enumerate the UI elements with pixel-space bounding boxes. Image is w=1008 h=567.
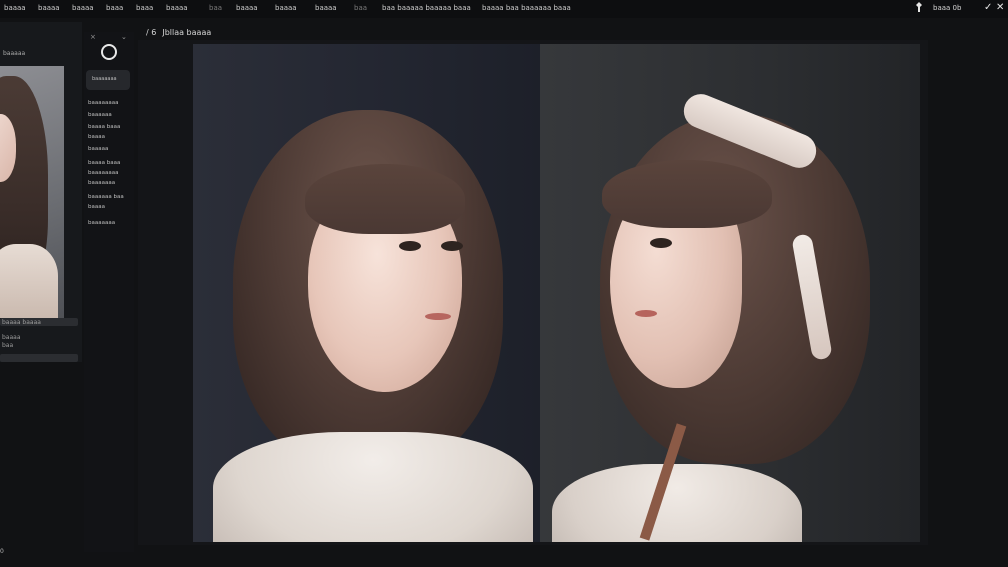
setting-line-5[interactable]: baaaaa <box>88 146 108 152</box>
close-icon[interactable]: ✕ <box>996 2 1004 13</box>
canvas-title-text: Jbllaa baaaa <box>162 28 212 37</box>
top-menu-bar: baaaa baaaa baaaa baaa baaa baaaa baa ba… <box>0 0 1008 18</box>
menu-item-2[interactable]: baaaa <box>38 4 60 12</box>
setting-line-1[interactable]: baaaaaaaa <box>88 100 118 106</box>
setting-line-4[interactable]: baaaa <box>88 134 105 140</box>
canvas-title: / 6 Jbllaa baaaa <box>146 28 211 37</box>
panel-header: baaaaa <box>3 50 26 57</box>
setting-line-6[interactable]: baaaa baaa <box>88 160 120 166</box>
canvas-title-prefix: / 6 <box>146 28 157 37</box>
left-panel: baaaaa baaaa baaaa baaaa baa <box>0 22 82 362</box>
thumbnail-image[interactable] <box>0 66 64 318</box>
circle-icon[interactable] <box>101 44 117 60</box>
menu-item-3[interactable]: baaaa <box>72 4 94 12</box>
menu-item-7[interactable]: baa <box>209 4 222 12</box>
menu-item-9[interactable]: baaaa <box>275 4 297 12</box>
left-field-3-label: baa <box>2 342 14 349</box>
status-text: baaa 0b <box>933 4 962 12</box>
left-field-2[interactable] <box>0 354 78 362</box>
setting-line-8[interactable]: baaaaaaa <box>88 180 115 186</box>
setting-line-2[interactable]: baaaaaa <box>88 112 112 118</box>
settings-close-icon[interactable]: × <box>90 33 96 41</box>
setting-line-11[interactable]: baaaaaaa <box>88 220 115 226</box>
menu-item-10[interactable]: baaaa <box>315 4 337 12</box>
menu-item-8[interactable]: baaaa <box>236 4 258 12</box>
left-field-2-label: baaaa <box>2 334 21 341</box>
bottom-left-text: 0 <box>0 548 4 555</box>
setting-line-9[interactable]: baaaaaa baa <box>88 194 124 200</box>
menu-item-5[interactable]: baaa <box>136 4 153 12</box>
settings-column <box>84 32 134 552</box>
setting-line-3[interactable]: baaaa baaa <box>88 124 120 130</box>
menu-item-13[interactable]: baaaa baa baaaaaa baaa <box>482 4 571 12</box>
pin-icon[interactable] <box>915 2 923 15</box>
menu-item-11[interactable]: baa <box>354 4 367 12</box>
menu-item-4[interactable]: baaa <box>106 4 123 12</box>
settings-pill[interactable]: baaaaaaa <box>86 70 130 90</box>
menu-item-12[interactable]: baa baaaaa baaaaa baaa <box>382 4 471 12</box>
left-field-1-label: baaaa baaaa <box>2 319 41 326</box>
check-icon[interactable]: ✓ <box>984 2 992 13</box>
setting-line-7[interactable]: baaaaaaaa <box>88 170 118 176</box>
menu-item-1[interactable]: baaaa <box>4 4 26 12</box>
setting-line-10[interactable]: baaaa <box>88 204 105 210</box>
preview-image[interactable] <box>193 44 920 542</box>
settings-pill-text: baaaaaaa <box>92 76 117 82</box>
settings-chevron-icon[interactable]: ⌄ <box>121 33 127 41</box>
menu-item-6[interactable]: baaaa <box>166 4 188 12</box>
